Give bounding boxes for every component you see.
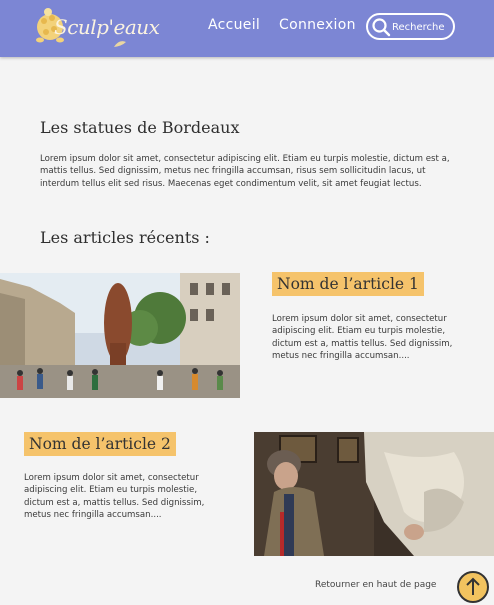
back-to-top-link[interactable]: Retourner en haut de page [315, 580, 436, 590]
logo-wordmark: Sculp'eaux [54, 15, 160, 39]
nav-login-link[interactable]: Connexion [279, 17, 356, 33]
site-logo[interactable]: Sculp'eaux [34, 3, 160, 53]
article-2-image[interactable] [254, 432, 494, 556]
sculptor-at-work-photo [254, 432, 494, 556]
search-input[interactable] [392, 18, 452, 36]
article-1-excerpt: Lorem ipsum dolor sit amet, consectetur … [272, 314, 453, 361]
search-icon[interactable] [371, 17, 391, 37]
article-1-title[interactable]: Nom de l’article 1 [272, 272, 424, 296]
nav-home-link[interactable]: Accueil [208, 17, 260, 33]
street-sculpture-photo [0, 273, 240, 398]
back-to-top-button[interactable] [457, 571, 489, 603]
site-header: Sculp'eaux Accueil Connexion [0, 0, 494, 57]
article-2-excerpt: Lorem ipsum dolor sit amet, consectetur … [24, 473, 205, 520]
article-2-title[interactable]: Nom de l’article 2 [24, 432, 176, 456]
page-title: Les statues de Bordeaux [40, 118, 240, 137]
arrow-up-icon [466, 577, 480, 595]
recent-articles-heading: Les articles récents : [40, 228, 210, 247]
search-box[interactable] [366, 13, 455, 40]
article-1-image[interactable] [0, 273, 240, 398]
intro-paragraph: Lorem ipsum dolor sit amet, consectetur … [40, 154, 450, 189]
